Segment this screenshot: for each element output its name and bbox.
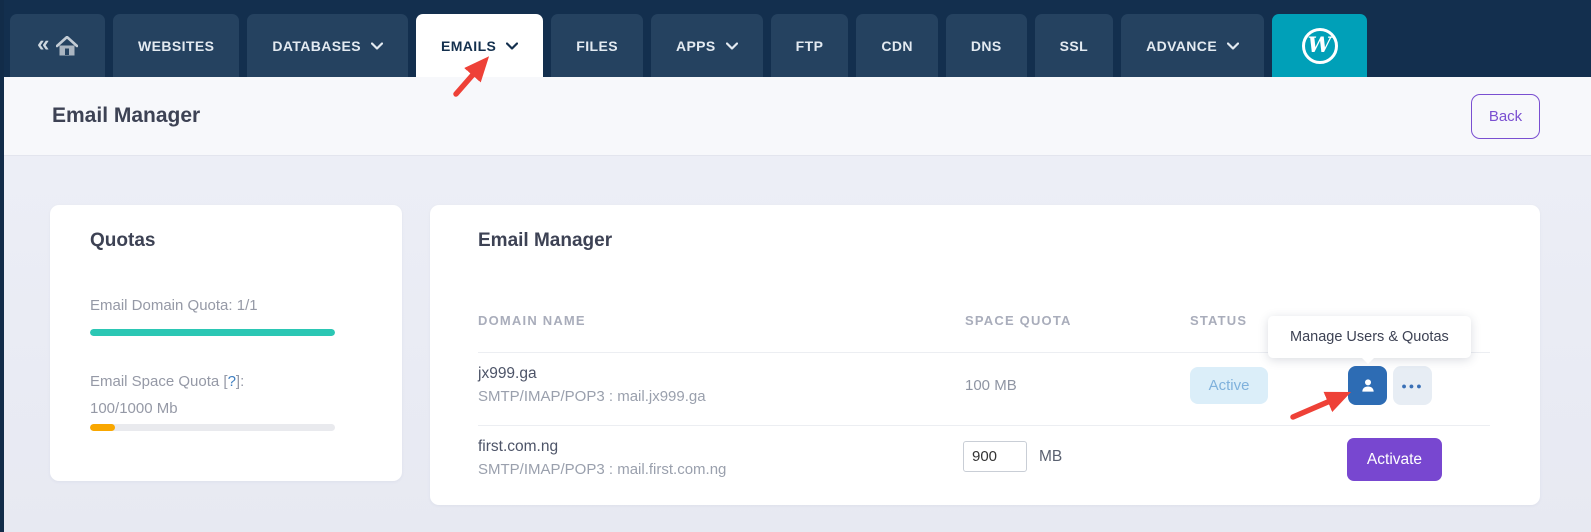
activate-button[interactable]: Activate bbox=[1347, 438, 1442, 481]
email-manager-card: Email Manager DOMAIN NAME SPACE QUOTA ST… bbox=[430, 205, 1540, 505]
email-space-quota-label: Email Space Quota [?]: bbox=[90, 373, 244, 390]
ellipsis-icon: ●●● bbox=[1401, 381, 1423, 391]
column-header-domain-name: DOMAIN NAME bbox=[478, 313, 586, 328]
domain-cell: jx999.ga SMTP/IMAP/POP3 : mail.jx999.ga bbox=[478, 365, 706, 405]
label-text: Email Space Quota [ bbox=[90, 373, 228, 390]
nav-tab-label: FTP bbox=[796, 38, 824, 54]
table-row: first.com.ng SMTP/IMAP/POP3 : mail.first… bbox=[478, 426, 1490, 492]
status-badge: Active bbox=[1190, 367, 1268, 404]
nav-tab-label: DNS bbox=[971, 38, 1002, 54]
nav-tab-websites[interactable]: WEBSITES bbox=[113, 14, 239, 77]
nav-tab-databases[interactable]: DATABASES bbox=[247, 14, 408, 77]
nav-tab-files[interactable]: FILES bbox=[551, 14, 643, 77]
nav-tab-label: APPS bbox=[676, 38, 716, 54]
nav-tab-label: EMAILS bbox=[441, 38, 496, 54]
collapse-sidebar-icon[interactable]: « bbox=[37, 33, 50, 55]
space-quota-input[interactable] bbox=[963, 441, 1027, 472]
email-domain-quota-label: Email Domain Quota: 1/1 bbox=[90, 297, 258, 314]
domain-name: first.com.ng bbox=[478, 438, 726, 456]
back-button[interactable]: Back bbox=[1471, 94, 1540, 139]
nav-tab-dns[interactable]: DNS bbox=[946, 14, 1027, 77]
main-content: Quotas Email Domain Quota: 1/1 Email Spa… bbox=[0, 156, 1591, 532]
progress-fill bbox=[90, 424, 115, 431]
domain-mail-endpoints: SMTP/IMAP/POP3 : mail.jx999.ga bbox=[478, 388, 706, 405]
progress-fill bbox=[90, 329, 335, 336]
page-header: Email Manager Back bbox=[0, 77, 1591, 156]
nav-tab-label: ADVANCE bbox=[1146, 38, 1217, 54]
page-title: Email Manager bbox=[52, 104, 200, 128]
nav-tab-advance[interactable]: ADVANCE bbox=[1121, 14, 1264, 77]
chevron-down-icon bbox=[371, 42, 383, 50]
nav-home-tab[interactable]: « bbox=[10, 14, 105, 77]
nav-tab-label: WEBSITES bbox=[138, 38, 214, 54]
domain-mail-endpoints: SMTP/IMAP/POP3 : mail.first.com.ng bbox=[478, 461, 726, 478]
email-manager-card-title: Email Manager bbox=[478, 230, 612, 252]
nav-tab-apps[interactable]: APPS bbox=[651, 14, 763, 77]
nav-tab-cdn[interactable]: CDN bbox=[856, 14, 938, 77]
column-header-space-quota: SPACE QUOTA bbox=[965, 313, 1072, 328]
quota-edit-group: MB bbox=[963, 441, 1062, 472]
nav-tab-label: SSL bbox=[1060, 38, 1088, 54]
chevron-down-icon bbox=[726, 42, 738, 50]
email-domain-quota-progressbar bbox=[90, 329, 335, 336]
space-quota-value: 100 MB bbox=[965, 377, 1017, 394]
column-header-status: STATUS bbox=[1190, 313, 1247, 328]
user-icon bbox=[1358, 376, 1378, 396]
domain-name: jx999.ga bbox=[478, 365, 706, 383]
quotas-card-title: Quotas bbox=[90, 230, 155, 252]
nav-tab-label: FILES bbox=[576, 38, 618, 54]
nav-tab-label: DATABASES bbox=[272, 38, 361, 54]
nav-tab-ssl[interactable]: SSL bbox=[1035, 14, 1113, 77]
manage-users-quotas-tooltip: Manage Users & Quotas bbox=[1268, 316, 1471, 358]
domain-cell: first.com.ng SMTP/IMAP/POP3 : mail.first… bbox=[478, 438, 726, 478]
chevron-down-icon bbox=[506, 42, 518, 50]
nav-tab-ftp[interactable]: FTP bbox=[771, 14, 849, 77]
email-space-quota-value: 100/1000 Mb bbox=[90, 400, 178, 417]
help-link[interactable]: ? bbox=[228, 373, 236, 390]
top-navigation: « WEBSITES DATABASES EMAILS FILES APPS F… bbox=[0, 0, 1591, 77]
home-icon[interactable] bbox=[56, 36, 78, 56]
chevron-down-icon bbox=[1227, 42, 1239, 50]
table-row: jx999.ga SMTP/IMAP/POP3 : mail.jx999.ga … bbox=[478, 353, 1490, 426]
quota-unit-label: MB bbox=[1039, 448, 1062, 466]
quotas-card: Quotas Email Domain Quota: 1/1 Email Spa… bbox=[50, 205, 402, 481]
email-space-quota-progressbar bbox=[90, 424, 335, 431]
wordpress-icon: W bbox=[1302, 28, 1338, 64]
nav-tab-wordpress[interactable]: W bbox=[1272, 14, 1367, 77]
label-text: ]: bbox=[236, 373, 244, 390]
more-actions-button[interactable]: ●●● bbox=[1393, 366, 1432, 405]
nav-tab-label: CDN bbox=[881, 38, 913, 54]
nav-tab-emails[interactable]: EMAILS bbox=[416, 14, 543, 77]
left-edge-strip bbox=[0, 0, 4, 532]
